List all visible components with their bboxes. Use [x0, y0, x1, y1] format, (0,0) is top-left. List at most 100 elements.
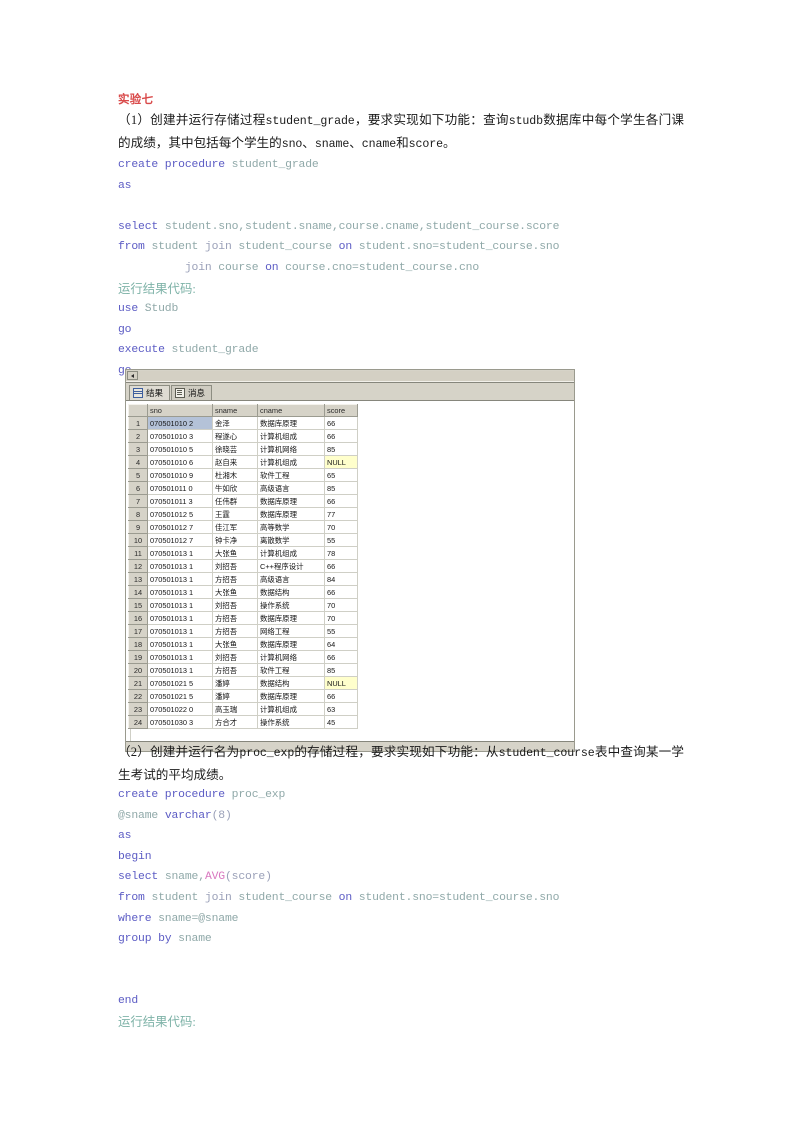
- cell-cname[interactable]: C++程序设计: [257, 559, 325, 573]
- table-row[interactable]: 24 070501030 3 方合才 操作系统 45: [128, 715, 358, 729]
- cell-sname[interactable]: 王霆: [212, 507, 258, 521]
- cell-sname[interactable]: 方招吾: [212, 572, 258, 586]
- row-number[interactable]: 24: [128, 715, 148, 729]
- row-number[interactable]: 23: [128, 702, 148, 716]
- table-row[interactable]: 1 070501010 2 金泽 数据库原理 66: [128, 416, 358, 430]
- row-number[interactable]: 15: [128, 598, 148, 612]
- cell-sname[interactable]: 潘婷: [212, 676, 258, 690]
- row-number[interactable]: 8: [128, 507, 148, 521]
- row-number[interactable]: 4: [128, 455, 148, 469]
- cell-score[interactable]: 70: [324, 520, 358, 534]
- cell-sno[interactable]: 070501012 7: [147, 520, 213, 534]
- cell-sname[interactable]: 任伟群: [212, 494, 258, 508]
- row-number[interactable]: 17: [128, 624, 148, 638]
- cell-sno[interactable]: 070501022 0: [147, 702, 213, 716]
- cell-score[interactable]: 70: [324, 598, 358, 612]
- cell-score[interactable]: 85: [324, 481, 358, 495]
- table-row[interactable]: 5 070501010 9 杜湘木 软件工程 65: [128, 468, 358, 482]
- table-row[interactable]: 7 070501011 3 任伟群 数据库原理 66: [128, 494, 358, 508]
- row-number[interactable]: 6: [128, 481, 148, 495]
- cell-sno[interactable]: 070501013 1: [147, 611, 213, 625]
- table-row[interactable]: 12 070501013 1 刘招吾 C++程序设计 66: [128, 559, 358, 573]
- cell-score[interactable]: 66: [324, 416, 358, 430]
- cell-sno[interactable]: 070501012 7: [147, 533, 213, 547]
- cell-score[interactable]: 66: [324, 559, 358, 573]
- scroll-left-arrow-icon[interactable]: [127, 371, 138, 380]
- cell-score[interactable]: 55: [324, 533, 358, 547]
- cell-score[interactable]: 64: [324, 637, 358, 651]
- table-row[interactable]: 3 070501010 5 徐晓芸 计算机网络 85: [128, 442, 358, 456]
- cell-cname[interactable]: 操作系统: [257, 598, 325, 612]
- cell-sname[interactable]: 刘招吾: [212, 559, 258, 573]
- table-row[interactable]: 16 070501013 1 方招吾 数据库原理 70: [128, 611, 358, 625]
- horizontal-scrollbar[interactable]: [126, 371, 574, 383]
- cell-sno[interactable]: 070501011 0: [147, 481, 213, 495]
- cell-cname[interactable]: 计算机网络: [257, 442, 325, 456]
- table-row[interactable]: 22 070501021 5 潘婷 数据库原理 66: [128, 689, 358, 703]
- table-row[interactable]: 21 070501021 5 潘婷 数据结构 NULL: [128, 676, 358, 690]
- cell-score[interactable]: 78: [324, 546, 358, 560]
- result-grid-container[interactable]: sno sname cname score 1 070501010 2 金泽 数据库原…: [126, 401, 574, 741]
- row-number[interactable]: 2: [128, 429, 148, 443]
- cell-sname[interactable]: 方合才: [212, 715, 258, 729]
- table-row[interactable]: 19 070501013 1 刘招吾 计算机网络 66: [128, 650, 358, 664]
- cell-score[interactable]: NULL: [324, 455, 358, 469]
- cell-cname[interactable]: 数据库原理: [257, 689, 325, 703]
- table-row[interactable]: 14 070501013 1 大张鱼 数据结构 66: [128, 585, 358, 599]
- cell-cname[interactable]: 高级语言: [257, 572, 325, 586]
- cell-score[interactable]: 45: [324, 715, 358, 729]
- row-number[interactable]: 12: [128, 559, 148, 573]
- cell-sno[interactable]: 070501010 2: [147, 416, 213, 430]
- cell-sname[interactable]: 大张鱼: [212, 585, 258, 599]
- cell-score[interactable]: 84: [324, 572, 358, 586]
- cell-sno[interactable]: 070501013 1: [147, 637, 213, 651]
- cell-sno[interactable]: 070501030 3: [147, 715, 213, 729]
- cell-score[interactable]: NULL: [324, 676, 358, 690]
- tab-messages[interactable]: 消息: [171, 385, 213, 400]
- cell-sname[interactable]: 方招吾: [212, 624, 258, 638]
- row-number[interactable]: 22: [128, 689, 148, 703]
- cell-cname[interactable]: 数据库原理: [257, 507, 325, 521]
- row-number[interactable]: 11: [128, 546, 148, 560]
- cell-score[interactable]: 85: [324, 442, 358, 456]
- row-number[interactable]: 16: [128, 611, 148, 625]
- cell-sno[interactable]: 070501013 1: [147, 546, 213, 560]
- cell-sno[interactable]: 070501013 1: [147, 572, 213, 586]
- cell-sno[interactable]: 070501010 6: [147, 455, 213, 469]
- cell-score[interactable]: 70: [324, 611, 358, 625]
- cell-sname[interactable]: 大张鱼: [212, 546, 258, 560]
- cell-cname[interactable]: 数据结构: [257, 676, 325, 690]
- cell-score[interactable]: 55: [324, 624, 358, 638]
- row-number[interactable]: 18: [128, 637, 148, 651]
- row-number[interactable]: 10: [128, 533, 148, 547]
- table-row[interactable]: 23 070501022 0 高玉瑞 计算机组成 63: [128, 702, 358, 716]
- cell-sno[interactable]: 070501013 1: [147, 650, 213, 664]
- cell-sname[interactable]: 牛如欣: [212, 481, 258, 495]
- cell-score[interactable]: 66: [324, 689, 358, 703]
- cell-cname[interactable]: 软件工程: [257, 468, 325, 482]
- row-number[interactable]: 9: [128, 520, 148, 534]
- cell-cname[interactable]: 数据库原理: [257, 494, 325, 508]
- cell-sname[interactable]: 方招吾: [212, 663, 258, 677]
- cell-cname[interactable]: 计算机组成: [257, 429, 325, 443]
- col-header-sname[interactable]: sname: [212, 404, 258, 417]
- cell-cname[interactable]: 离散数学: [257, 533, 325, 547]
- cell-sname[interactable]: 杜湘木: [212, 468, 258, 482]
- cell-sname[interactable]: 刘招吾: [212, 598, 258, 612]
- cell-score[interactable]: 63: [324, 702, 358, 716]
- cell-cname[interactable]: 计算机组成: [257, 455, 325, 469]
- row-number[interactable]: 1: [128, 416, 148, 430]
- cell-sno[interactable]: 070501013 1: [147, 663, 213, 677]
- cell-sno[interactable]: 070501021 5: [147, 689, 213, 703]
- cell-sno[interactable]: 070501013 1: [147, 624, 213, 638]
- row-number[interactable]: 21: [128, 676, 148, 690]
- tab-results[interactable]: 结果: [129, 385, 171, 400]
- cell-sname[interactable]: 潘婷: [212, 689, 258, 703]
- cell-sname[interactable]: 程遂心: [212, 429, 258, 443]
- table-row[interactable]: 10 070501012 7 钟卡净 离散数学 55: [128, 533, 358, 547]
- table-row[interactable]: 2 070501010 3 程遂心 计算机组成 66: [128, 429, 358, 443]
- cell-cname[interactable]: 高等数学: [257, 520, 325, 534]
- cell-sno[interactable]: 070501010 5: [147, 442, 213, 456]
- table-row[interactable]: 6 070501011 0 牛如欣 高级语言 85: [128, 481, 358, 495]
- cell-sname[interactable]: 方招吾: [212, 611, 258, 625]
